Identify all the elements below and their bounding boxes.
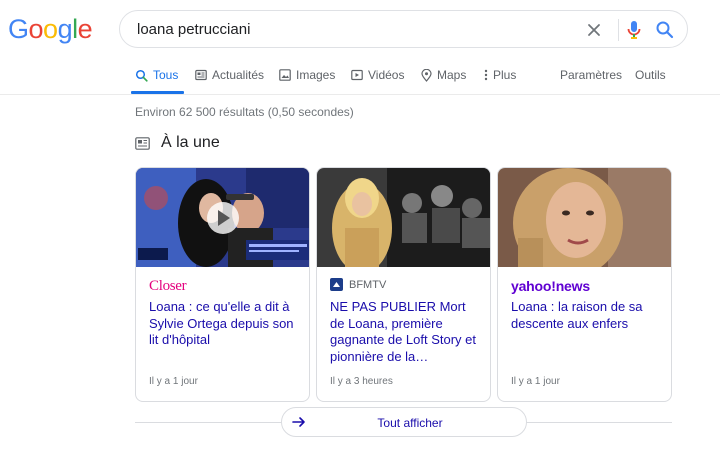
tab-plus[interactable]: Plus	[484, 68, 516, 82]
tab-actualites[interactable]: Actualités	[195, 68, 264, 82]
result-stats: Environ 62 500 résultats (0,50 secondes)	[135, 105, 354, 119]
tab-label: Maps	[437, 68, 467, 82]
map-pin-icon	[421, 68, 432, 82]
tab-label: Plus	[493, 68, 517, 82]
top-stories-header: À la une	[135, 134, 220, 152]
search-divider	[618, 19, 619, 41]
news-card[interactable]: Closer Loana : ce qu'elle a dit à Sylvie…	[135, 167, 310, 402]
news-card[interactable]: yahoo!news Loana : la raison de sa desce…	[497, 167, 672, 402]
more-vertical-icon	[484, 69, 488, 81]
google-logo[interactable]: Google	[8, 14, 93, 45]
image-icon	[279, 69, 291, 81]
tab-label: Vidéos	[368, 68, 405, 82]
search-icon	[135, 69, 148, 82]
news-source: yahoo!news	[511, 278, 590, 294]
news-title-link[interactable]: Loana : ce qu'elle a dit à Sylvie Ortega…	[149, 299, 299, 349]
tab-label: Tous	[153, 68, 179, 82]
news-time: Il y a 3 heures	[330, 376, 393, 387]
news-thumbnail	[136, 168, 309, 267]
tab-images[interactable]: Images	[279, 68, 335, 82]
search-icon[interactable]	[653, 18, 677, 42]
news-source: Closer	[149, 278, 187, 295]
close-icon[interactable]	[583, 19, 605, 41]
show-all-label: Tout afficher	[377, 416, 443, 430]
news-thumbnail	[317, 168, 490, 267]
news-thumbnail	[498, 168, 671, 267]
search-tabs: Tous Actualités Images Vidéos Maps Plus …	[0, 62, 720, 95]
bfmtv-logo-icon	[330, 278, 343, 291]
newspaper-icon	[195, 69, 207, 81]
active-tab-indicator	[131, 91, 184, 94]
search-box[interactable]: loana petrucciani	[119, 10, 688, 48]
yahoo-news-logo: yahoo!news	[511, 278, 590, 294]
tab-tous[interactable]: Tous	[135, 68, 178, 82]
tab-videos[interactable]: Vidéos	[351, 68, 404, 82]
news-title-link[interactable]: NE PAS PUBLIER Mort de Loana, première g…	[330, 299, 480, 365]
news-title-link[interactable]: Loana : la raison de sa descente aux enf…	[511, 299, 661, 332]
logo-letter-o2: o	[43, 14, 58, 44]
section-title: À la une	[161, 134, 220, 151]
logo-letter-g: G	[8, 14, 29, 44]
logo-letter-g2: g	[57, 14, 73, 44]
news-card[interactable]: BFMTV NE PAS PUBLIER Mort de Loana, prem…	[316, 167, 491, 402]
logo-letter-o1: o	[28, 14, 44, 44]
news-icon	[135, 136, 150, 150]
microphone-icon[interactable]	[623, 18, 645, 42]
tools-link[interactable]: Outils	[635, 68, 666, 82]
news-time: Il y a 1 jour	[511, 376, 560, 387]
news-source: BFMTV	[330, 278, 386, 291]
search-input[interactable]: loana petrucciani	[137, 21, 250, 38]
news-time: Il y a 1 jour	[149, 376, 198, 387]
video-icon	[351, 69, 363, 81]
closer-logo: Closer	[149, 278, 187, 294]
tab-maps[interactable]: Maps	[421, 68, 466, 82]
show-all-button[interactable]: Tout afficher	[281, 407, 527, 437]
tab-label: Images	[296, 68, 336, 82]
bfmtv-label: BFMTV	[349, 278, 387, 291]
logo-letter-e: e	[77, 14, 93, 44]
settings-link[interactable]: Paramètres	[560, 68, 622, 82]
tab-label: Actualités	[212, 68, 265, 82]
